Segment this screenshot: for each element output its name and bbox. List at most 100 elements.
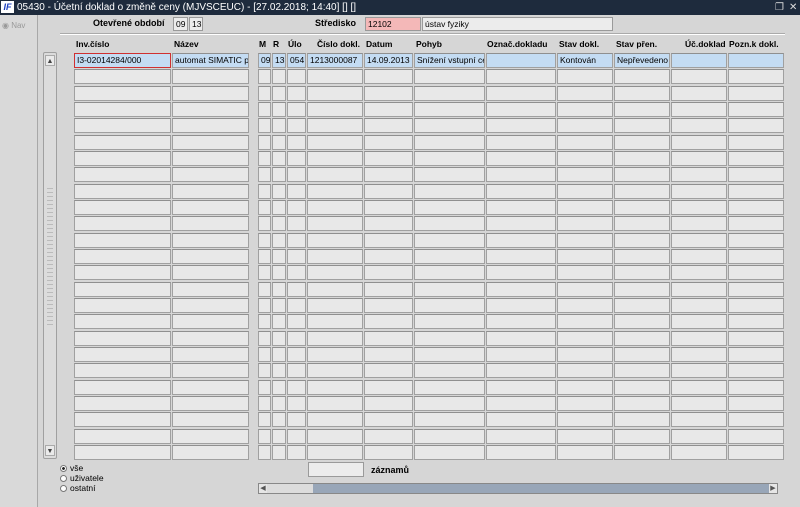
table-cell[interactable] bbox=[671, 134, 727, 150]
table-cell[interactable] bbox=[307, 412, 363, 428]
table-cell[interactable] bbox=[364, 281, 413, 297]
table-cell[interactable] bbox=[172, 85, 249, 101]
table-cell[interactable] bbox=[728, 118, 784, 134]
table-cell[interactable] bbox=[614, 379, 670, 395]
table-cell[interactable] bbox=[258, 281, 271, 297]
table-cell[interactable] bbox=[74, 199, 171, 215]
table-cell[interactable] bbox=[671, 265, 727, 281]
table-cell[interactable] bbox=[557, 248, 613, 264]
table-cell[interactable] bbox=[172, 118, 249, 134]
table-cell[interactable] bbox=[557, 183, 613, 199]
scroll-left-icon[interactable]: ◀ bbox=[259, 484, 267, 493]
table-cell[interactable] bbox=[172, 330, 249, 346]
table-cell[interactable] bbox=[172, 183, 249, 199]
table-cell[interactable] bbox=[728, 248, 784, 264]
table-cell[interactable] bbox=[258, 412, 271, 428]
table-cell[interactable] bbox=[414, 346, 485, 362]
table-cell[interactable] bbox=[74, 314, 171, 330]
table-cell[interactable] bbox=[307, 216, 363, 232]
table-cell[interactable] bbox=[364, 412, 413, 428]
table-cell[interactable] bbox=[671, 395, 727, 411]
table-cell[interactable] bbox=[287, 134, 306, 150]
table-cell[interactable] bbox=[728, 183, 784, 199]
table-cell[interactable] bbox=[272, 134, 286, 150]
table-cell[interactable] bbox=[272, 216, 286, 232]
table-cell[interactable] bbox=[414, 183, 485, 199]
table-cell[interactable] bbox=[728, 85, 784, 101]
table-cell[interactable] bbox=[557, 118, 613, 134]
table-cell[interactable] bbox=[307, 69, 363, 85]
table-cell[interactable] bbox=[74, 85, 171, 101]
table-cell[interactable] bbox=[172, 199, 249, 215]
table-cell[interactable]: I3-02014284/000 bbox=[74, 53, 171, 68]
table-cell[interactable] bbox=[287, 150, 306, 166]
table-cell[interactable] bbox=[486, 150, 556, 166]
table-cell[interactable] bbox=[486, 101, 556, 117]
table-cell[interactable] bbox=[74, 363, 171, 379]
table-cell[interactable] bbox=[557, 199, 613, 215]
table-cell[interactable] bbox=[414, 428, 485, 444]
table-cell[interactable] bbox=[307, 428, 363, 444]
table-cell[interactable] bbox=[74, 101, 171, 117]
table-cell[interactable] bbox=[172, 297, 249, 313]
table-cell[interactable] bbox=[172, 248, 249, 264]
table-cell[interactable] bbox=[307, 118, 363, 134]
table-cell[interactable] bbox=[557, 363, 613, 379]
table-cell[interactable] bbox=[486, 85, 556, 101]
table-cell[interactable] bbox=[557, 379, 613, 395]
table-cell[interactable] bbox=[364, 232, 413, 248]
table-cell[interactable] bbox=[614, 85, 670, 101]
table-cell[interactable] bbox=[414, 330, 485, 346]
table-cell[interactable] bbox=[414, 134, 485, 150]
table-cell[interactable] bbox=[671, 216, 727, 232]
table-cell[interactable] bbox=[258, 150, 271, 166]
table-cell[interactable] bbox=[614, 281, 670, 297]
table-cell[interactable] bbox=[728, 297, 784, 313]
table-cell[interactable] bbox=[414, 150, 485, 166]
table-cell[interactable] bbox=[307, 199, 363, 215]
table-cell[interactable] bbox=[671, 444, 727, 460]
table-cell[interactable] bbox=[74, 281, 171, 297]
table-cell[interactable] bbox=[728, 69, 784, 85]
table-cell[interactable] bbox=[258, 395, 271, 411]
table-cell[interactable] bbox=[671, 69, 727, 85]
table-cell[interactable] bbox=[307, 150, 363, 166]
table-cell[interactable] bbox=[258, 232, 271, 248]
table-cell[interactable]: 054 bbox=[287, 53, 306, 68]
table-cell[interactable] bbox=[272, 265, 286, 281]
table-cell[interactable] bbox=[486, 297, 556, 313]
table-cell[interactable] bbox=[614, 346, 670, 362]
table-cell[interactable] bbox=[258, 297, 271, 313]
table-cell[interactable]: automat SIMATIC pr bbox=[172, 53, 249, 68]
table-cell[interactable] bbox=[557, 297, 613, 313]
table-cell[interactable] bbox=[364, 199, 413, 215]
scroll-thumb[interactable] bbox=[267, 484, 313, 493]
table-cell[interactable] bbox=[74, 346, 171, 362]
table-cell[interactable] bbox=[486, 412, 556, 428]
table-cell[interactable] bbox=[287, 395, 306, 411]
table-cell[interactable] bbox=[414, 314, 485, 330]
table-cell[interactable] bbox=[364, 118, 413, 134]
table-cell[interactable] bbox=[272, 363, 286, 379]
table-cell[interactable] bbox=[614, 183, 670, 199]
table-cell[interactable] bbox=[557, 85, 613, 101]
table-cell[interactable] bbox=[414, 297, 485, 313]
table-cell[interactable] bbox=[364, 183, 413, 199]
table-cell[interactable] bbox=[258, 379, 271, 395]
table-cell[interactable] bbox=[258, 428, 271, 444]
table-cell[interactable] bbox=[414, 69, 485, 85]
table-cell[interactable] bbox=[671, 379, 727, 395]
table-cell[interactable] bbox=[287, 101, 306, 117]
radio-icon[interactable] bbox=[60, 485, 67, 492]
table-cell[interactable] bbox=[614, 167, 670, 183]
table-cell[interactable] bbox=[74, 330, 171, 346]
table-cell[interactable] bbox=[671, 330, 727, 346]
table-cell[interactable] bbox=[272, 444, 286, 460]
table-cell[interactable] bbox=[614, 248, 670, 264]
table-cell[interactable] bbox=[414, 265, 485, 281]
table-cell[interactable] bbox=[671, 363, 727, 379]
table-cell[interactable] bbox=[614, 444, 670, 460]
table-cell[interactable] bbox=[614, 134, 670, 150]
table-cell[interactable] bbox=[614, 412, 670, 428]
table-cell[interactable] bbox=[287, 412, 306, 428]
